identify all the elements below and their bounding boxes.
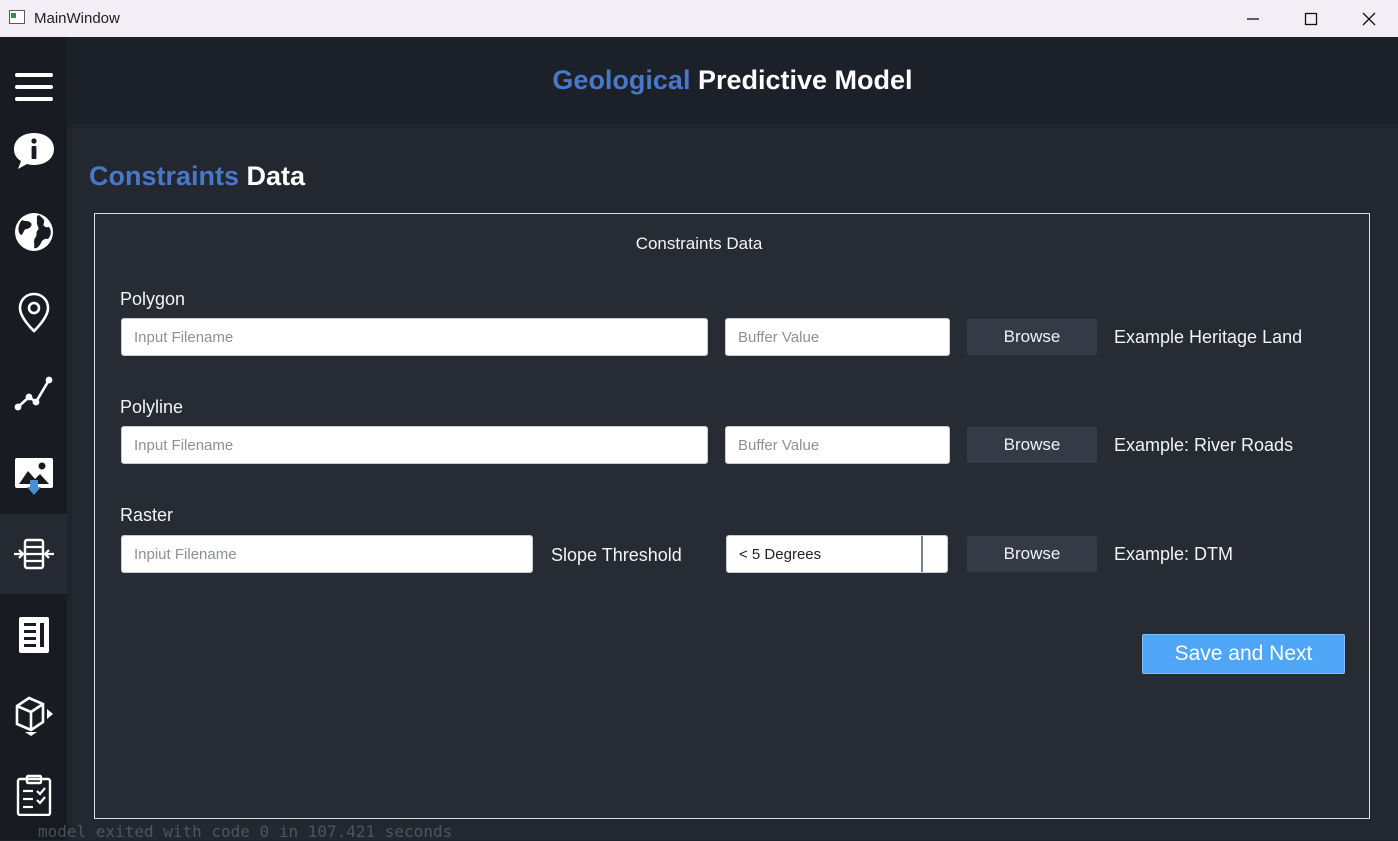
menu-icon [14,73,53,101]
polyline-browse-button[interactable]: Browse [967,427,1097,463]
clipboard-check-icon [16,774,51,816]
sidebar-item-report[interactable] [0,595,67,675]
report-icon [18,617,49,653]
raster-filename-input[interactable] [121,535,533,573]
sidebar-item-layers[interactable] [0,514,67,594]
maximize-button[interactable] [1282,0,1340,37]
polyline-label: Polyline [120,397,184,417]
image-download-icon [14,458,53,495]
slope-threshold-value: < 5 Degrees [739,546,822,563]
polyline-filename-input[interactable] [121,426,708,464]
sidebar-item-location[interactable] [0,272,67,352]
polygon-buffer-input[interactable] [725,318,950,356]
slope-threshold-select[interactable]: < 5 Degrees [726,535,948,573]
header-title-rest: Predictive Model [697,65,913,95]
info-icon [13,133,54,169]
select-divider [921,536,923,572]
layers-compress-icon [13,538,54,570]
app-header: Geological Predictive Model [67,37,1398,124]
raster-example-text: Example: DTM [1114,544,1234,564]
sidebar-item-polyline[interactable] [0,353,67,433]
page-title: Constraints Data [89,161,305,192]
background-console-text: model exited with code 0 in 107.421 seco… [38,822,453,841]
polygon-browse-button[interactable]: Browse [967,319,1097,355]
raster-browse-button[interactable]: Browse [967,536,1097,572]
polyline-example-text: Example: River Roads [1114,435,1294,455]
maximize-icon [1304,12,1318,25]
close-button[interactable] [1340,0,1398,37]
location-pin-icon [18,292,49,333]
sidebar-item-image-download[interactable] [0,435,67,515]
app-icon [9,10,25,24]
page-title-accent: Constraints [89,161,240,191]
window-titlebar: MainWindow [0,0,1398,37]
close-icon [1362,12,1376,25]
window-title: MainWindow [34,10,120,27]
sidebar [0,37,67,840]
polygon-filename-input[interactable] [121,318,708,356]
raster-label: Raster [120,505,174,525]
cube-icon [15,696,53,736]
sidebar-item-info[interactable] [0,111,67,191]
sidebar-item-cube[interactable] [0,675,67,755]
polyline-icon [14,376,52,411]
polygon-label: Polygon [120,289,186,309]
polygon-example-text: Example Heritage Land [1114,327,1303,347]
minimize-icon [1247,17,1259,20]
header-title-accent: Geological [552,65,691,95]
minimize-button[interactable] [1224,0,1282,37]
page-title-rest: Data [246,161,306,191]
constraints-panel [94,213,1370,819]
polyline-buffer-input[interactable] [725,426,950,464]
save-and-next-button[interactable]: Save and Next [1142,634,1345,674]
sidebar-item-globe[interactable] [0,192,67,272]
panel-title: Constraints Data [635,234,763,253]
slope-threshold-label: Slope Threshold [551,545,682,565]
